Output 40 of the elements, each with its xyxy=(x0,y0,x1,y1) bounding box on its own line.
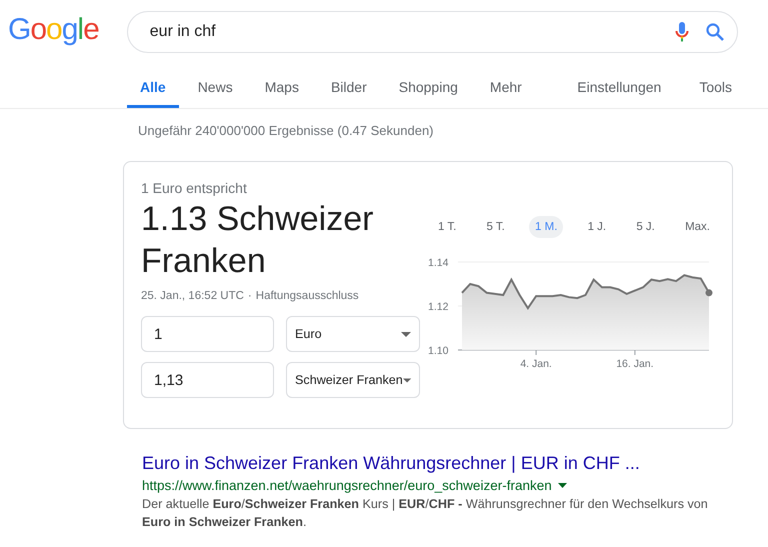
result-url: https://www.finanzen.net/waehrungsrechner/euro_schweizer-franken xyxy=(142,478,552,493)
disclaimer-link[interactable]: Haftungsausschluss xyxy=(256,290,359,302)
tab[interactable]: Alle xyxy=(127,64,179,108)
range-tab[interactable]: Max. xyxy=(679,216,716,238)
x-axis-label: 16. Jan. xyxy=(616,358,654,370)
tab[interactable]: Bilder xyxy=(318,64,380,108)
result-stats: Ungefähr 240'000'000 Ergebnisse (0.47 Sekunden) xyxy=(137,122,435,140)
caret-icon xyxy=(402,378,411,382)
microphone-icon[interactable] xyxy=(674,21,689,43)
y-axis-label: 1.14 xyxy=(428,257,448,269)
y-axis-label: 1.12 xyxy=(428,301,448,313)
range-tab[interactable]: 5 J. xyxy=(630,216,661,238)
caret-icon[interactable] xyxy=(558,483,567,488)
range-tab[interactable]: 1 M. xyxy=(529,216,564,238)
tab[interactable]: Shopping xyxy=(386,64,471,108)
amount-field[interactable]: 1,13 xyxy=(141,362,274,398)
result-snippet: Der aktuelle Euro/Schweizer Franken Kurs | EUR/CHF - Währunsgrechner für den Wechselkurs von Euro in Schweizer Franken. xyxy=(142,496,709,531)
settings-link[interactable]: Einstellungen xyxy=(565,64,674,108)
google-logo[interactable]: Google xyxy=(8,13,99,47)
tab[interactable]: Maps xyxy=(252,64,312,108)
separator: · xyxy=(248,290,252,302)
currency-dropdown[interactable]: Euro xyxy=(286,316,420,352)
converted-amount: 1.13 Schweizer Franken xyxy=(141,199,374,282)
amount-field[interactable]: 1 xyxy=(141,316,274,352)
converter-heading: 1 Euro entspricht xyxy=(141,180,248,196)
search-bar[interactable]: eur in chf xyxy=(126,11,738,53)
result-title-link[interactable]: Euro in Schweizer Franken Währungsrechner | EUR in CHF ... xyxy=(142,453,722,474)
range-tab[interactable]: 5 T. xyxy=(480,216,511,238)
search-icon[interactable] xyxy=(704,22,725,42)
search-field[interactable]: eur in chf xyxy=(148,22,659,42)
caret-icon xyxy=(401,332,411,336)
y-axis-label: 1.10 xyxy=(428,345,448,357)
tab[interactable]: Mehr xyxy=(476,64,535,108)
range-tab[interactable]: 1 T. xyxy=(432,216,462,238)
range-tab[interactable]: 1 J. xyxy=(582,216,612,238)
currency-dropdown[interactable]: Schweizer Franken xyxy=(286,362,420,398)
timestamp: 25. Jan., 16:52 UTC xyxy=(141,290,244,302)
tools-link[interactable]: Tools xyxy=(687,64,744,108)
x-axis-label: 4. Jan. xyxy=(520,358,552,370)
tab[interactable]: News xyxy=(184,64,246,108)
